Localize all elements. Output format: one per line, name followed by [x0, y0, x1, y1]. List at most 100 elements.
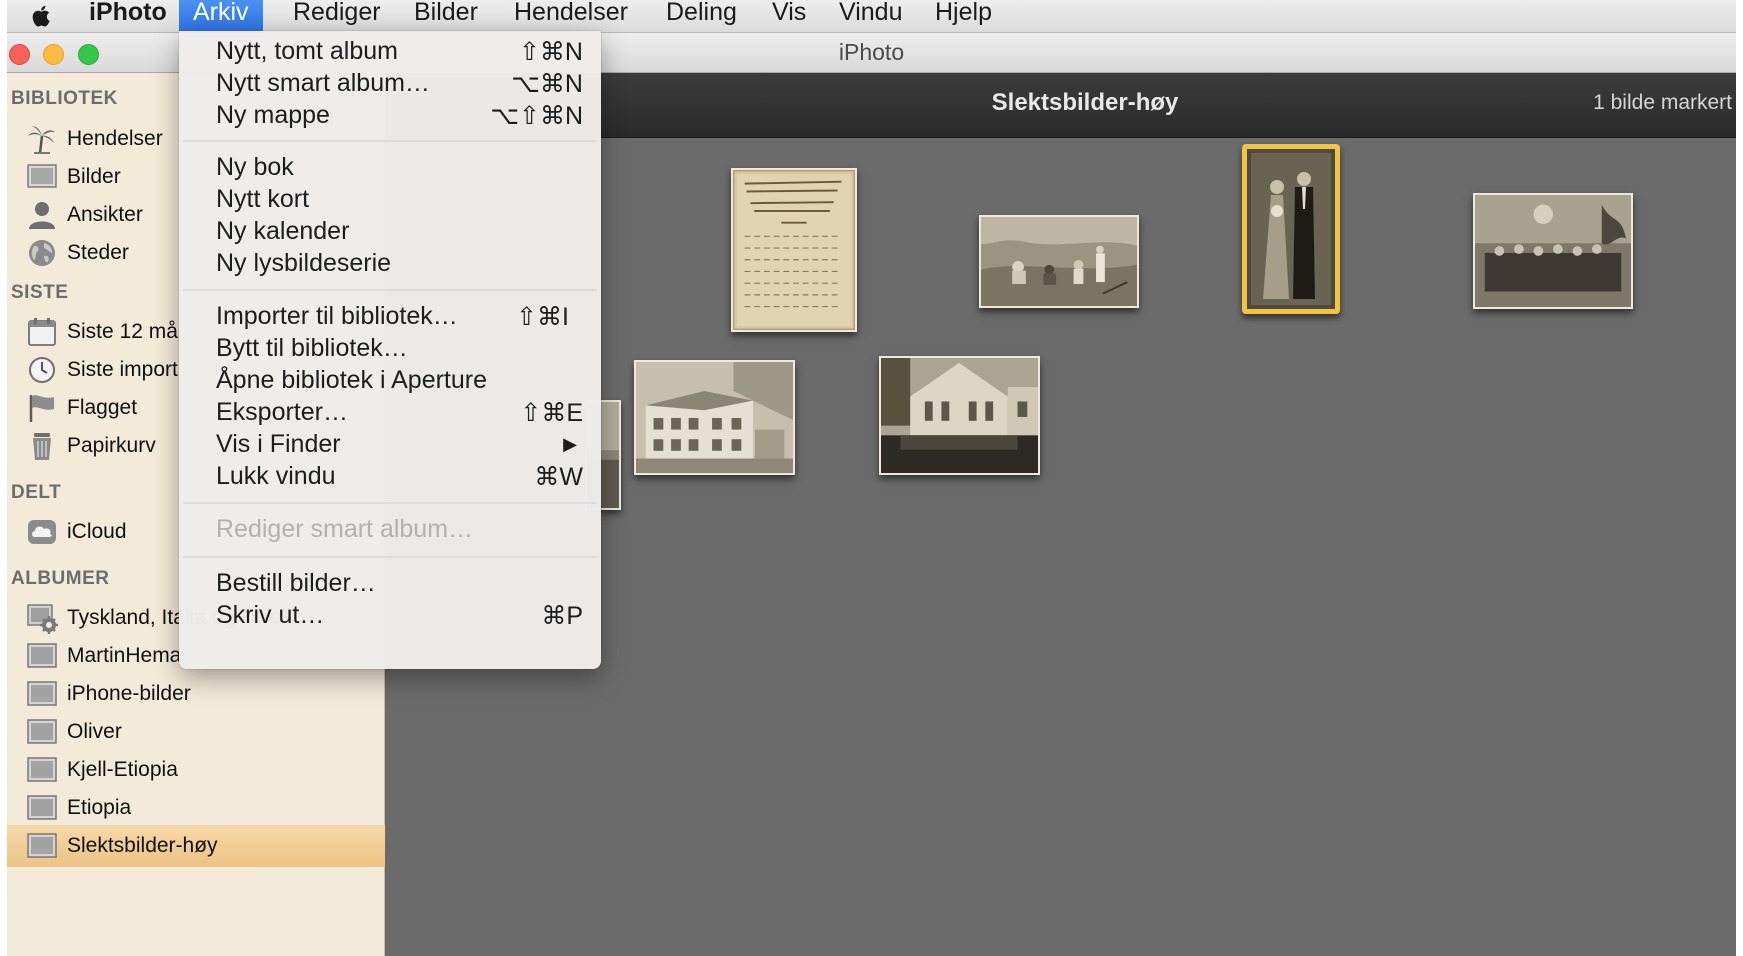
menu-item-shortcut: ⇧⌘I — [516, 303, 569, 331]
menu-item-rediger-smart-album: Rediger smart album… — [179, 512, 601, 546]
album-icon — [27, 833, 57, 858]
calendar-icon — [28, 318, 56, 346]
sidebar-item-label: Oliver — [67, 720, 122, 743]
menu-item-label: Ny kalender — [216, 217, 350, 245]
sidebar-item-label: Steder — [67, 241, 129, 264]
sidebar-item-album-kjell-etiopia[interactable]: Kjell-Etiopia — [7, 749, 385, 791]
menu-item-lukk-vindu[interactable]: Lukk vindu ⌘W — [179, 459, 601, 493]
sidebar-item-album-slektsbilder-hoy[interactable]: Slektsbilder-høy — [7, 825, 385, 867]
person-icon — [29, 202, 55, 229]
globe-icon — [29, 240, 55, 266]
sidebar-item-label: Bilder — [67, 165, 121, 188]
menu-item-apne-bibliotek-i-aperture[interactable]: Åpne bibliotek i Aperture — [179, 363, 601, 397]
sidebar-item-label: Siste 12 må — [67, 320, 178, 343]
sidebar-item-label: Papirkurv — [67, 434, 156, 457]
menu-item-ny-lysbildeserie[interactable]: Ny lysbildeserie — [179, 246, 601, 280]
sidebar-item-label: Kjell-Etiopia — [67, 758, 178, 781]
cloud-icon — [28, 520, 56, 544]
menu-item-shortcut: ⌥⇧⌘N — [490, 102, 583, 130]
menu-item-bytt-til-bibliotek[interactable]: Bytt til bibliotek… — [179, 331, 601, 365]
menu-item-nytt-tomt-album[interactable]: Nytt, tomt album ⇧⌘N — [179, 34, 601, 68]
photo-thumbnail-villa-crowd[interactable] — [879, 356, 1040, 475]
sidebar-item-label: Flagget — [67, 396, 138, 419]
trash-icon — [33, 433, 51, 460]
album-icon — [27, 795, 57, 820]
menu-item-vis-i-finder[interactable]: Vis i Finder ▶ — [179, 427, 601, 461]
sidebar-item-label: Hendelser — [67, 127, 163, 150]
menu-item-label: Nytt smart album… — [216, 69, 430, 97]
menu-arkiv[interactable]: Arkiv — [179, 0, 263, 33]
menu-vis[interactable]: Vis — [758, 0, 820, 33]
sidebar-item-label: Siste import — [67, 358, 178, 381]
section-header-siste: SISTE — [11, 282, 69, 303]
section-header-delt: DELT — [11, 482, 62, 503]
menu-rediger[interactable]: Rediger — [279, 0, 395, 33]
menu-item-skriv-ut[interactable]: Skriv ut… ⌘P — [179, 598, 601, 632]
menu-separator — [183, 556, 597, 558]
clock-icon — [29, 357, 55, 383]
sidebar-item-label: iCloud — [67, 520, 127, 543]
apple-icon[interactable] — [29, 3, 55, 29]
menu-hjelp[interactable]: Hjelp — [921, 0, 1006, 33]
section-header-bibliotek: BIBLIOTEK — [11, 88, 118, 109]
sidebar-item-album-iphone-bilder[interactable]: iPhone-bilder — [7, 673, 385, 715]
menu-item-importer-til-bibliotek[interactable]: Importer til bibliotek… ⇧⌘I — [179, 299, 601, 333]
photo-thumbnail-document[interactable] — [731, 168, 857, 332]
menu-item-label: Rediger smart album… — [216, 515, 474, 543]
menu-item-label: Lukk vindu — [216, 462, 336, 490]
menu-item-label: Nytt, tomt album — [216, 37, 398, 65]
menu-vindu[interactable]: Vindu — [825, 0, 917, 33]
photo-thumbnail-interior-group[interactable] — [1473, 193, 1633, 309]
sidebar-item-album-etiopia[interactable]: Etiopia — [7, 787, 385, 829]
iphoto-screen: iPhoto Arkiv Rediger Bilder Hendelser De… — [7, 0, 1736, 956]
selection-status: 1 bilde markert — [1593, 91, 1732, 114]
menu-item-nytt-kort[interactable]: Nytt kort — [179, 182, 601, 216]
sidebar-item-label: MartinHema — [67, 644, 182, 667]
menu-item-ny-mappe[interactable]: Ny mappe ⌥⇧⌘N — [179, 98, 601, 132]
menu-item-shortcut: ⌘W — [534, 463, 583, 491]
menu-item-nytt-smart-album[interactable]: Nytt smart album… ⌥⌘N — [179, 66, 601, 100]
photo-thumbnail-building[interactable] — [634, 360, 795, 475]
menu-hendelser[interactable]: Hendelser — [500, 0, 642, 33]
album-icon — [27, 757, 57, 782]
smart-album-gear-icon — [27, 604, 58, 634]
section-header-albumer: ALBUMER — [11, 568, 110, 589]
sidebar-item-label: Etiopia — [67, 796, 132, 819]
menu-item-shortcut: ⌥⌘N — [511, 70, 583, 98]
sidebar-item-album-oliver[interactable]: Oliver — [7, 711, 385, 753]
photo-thumbnail-wedding-selected[interactable] — [1242, 144, 1340, 314]
menu-item-ny-bok[interactable]: Ny bok — [179, 150, 601, 184]
menu-separator — [183, 502, 597, 504]
photos-icon — [27, 164, 57, 188]
menu-separator — [183, 140, 597, 142]
menu-item-label: Vis i Finder — [216, 430, 341, 458]
menu-separator — [183, 289, 597, 291]
menu-item-shortcut: ⇧⌘N — [518, 38, 583, 66]
menu-item-label: Ny lysbildeserie — [216, 249, 392, 277]
menu-item-bestill-bilder[interactable]: Bestill bilder… — [179, 566, 601, 600]
palm-tree-icon — [28, 126, 55, 154]
menu-deling[interactable]: Deling — [652, 0, 751, 33]
menu-item-label: Importer til bibliotek… — [216, 302, 458, 330]
menu-bilder[interactable]: Bilder — [400, 0, 492, 33]
arkiv-menu-dropdown: Nytt, tomt album ⇧⌘N Nytt smart album… ⌥… — [179, 31, 601, 669]
menu-item-label: Skriv ut… — [216, 601, 325, 629]
menu-item-label: Åpne bibliotek i Aperture — [216, 366, 488, 394]
sidebar-item-label: iPhone-bilder — [67, 682, 191, 705]
submenu-arrow-icon: ▶ — [563, 434, 577, 454]
menu-item-label: Bytt til bibliotek… — [216, 334, 408, 362]
menu-item-label: Ny bok — [216, 153, 294, 181]
menu-item-label: Ny mappe — [216, 101, 330, 129]
album-icon — [27, 643, 57, 668]
menu-item-label: Eksporter… — [216, 398, 348, 426]
menu-app-name[interactable]: iPhoto — [75, 0, 181, 33]
album-icon — [27, 681, 57, 706]
menu-item-eksporter[interactable]: Eksporter… ⇧⌘E — [179, 395, 601, 429]
photo-thumbnail-picnic[interactable] — [979, 215, 1139, 308]
menu-item-shortcut: ⌘P — [541, 602, 583, 630]
menu-item-ny-kalender[interactable]: Ny kalender — [179, 214, 601, 248]
menu-bar: iPhoto Arkiv Rediger Bilder Hendelser De… — [7, 0, 1736, 33]
menu-item-shortcut: ⇧⌘E — [520, 399, 583, 427]
sidebar-item-label: Ansikter — [67, 203, 143, 226]
flag-icon — [29, 395, 54, 422]
